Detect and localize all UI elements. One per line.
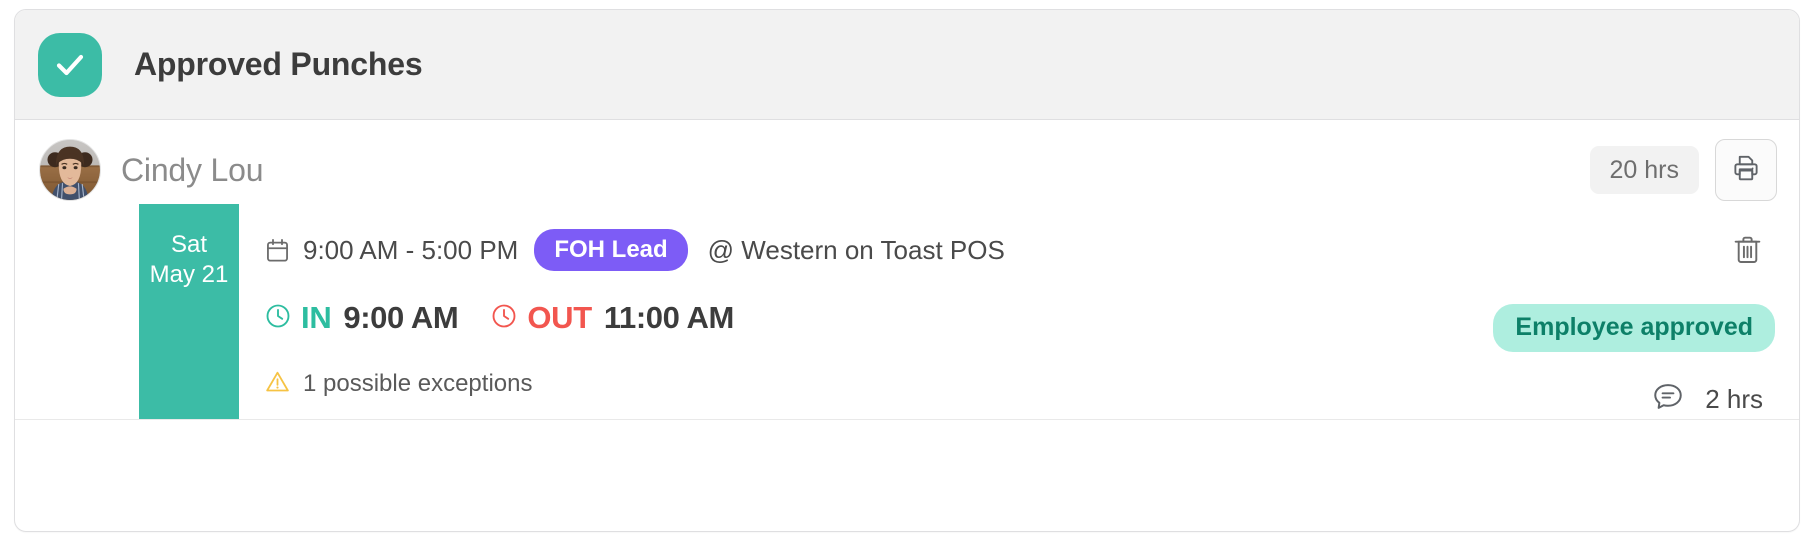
role-badge: FOH Lead (534, 228, 688, 272)
shift-line: 9:00 AM - 5:00 PM FOH Lead @ Western on … (264, 228, 1347, 272)
exceptions-text: 1 possible exceptions (303, 370, 533, 397)
avatar (39, 139, 101, 201)
clock-in-group: IN 9:00 AM (264, 300, 459, 336)
employee-actions: 20 hrs (1589, 139, 1777, 201)
comment-hours: 2 hrs (1705, 383, 1763, 414)
check-circle-icon (38, 32, 102, 97)
in-label: IN (301, 300, 332, 335)
employee-name: Cindy Lou (121, 151, 264, 188)
page-title: Approved Punches (134, 46, 423, 82)
shift-location: @ Western on Toast POS (707, 234, 1005, 265)
comment-bubble-icon (1651, 380, 1685, 419)
warning-triangle-icon (264, 368, 291, 400)
punch-day-of-month: May 21 (149, 261, 229, 288)
exceptions-line[interactable]: 1 possible exceptions (264, 368, 1347, 400)
trash-icon (1731, 233, 1764, 271)
clock-in-icon (264, 302, 292, 335)
in-time: 9:00 AM (343, 300, 459, 335)
out-time: 11:00 AM (603, 300, 734, 335)
calendar-icon (264, 237, 291, 264)
shift-time: 9:00 AM - 5:00 PM (303, 234, 519, 265)
clock-out-group: OUT 11:00 AM (490, 300, 734, 336)
punch-row: Sat May 21 9:00 AM - 5:00 PM FOH Lead @ … (15, 204, 1799, 420)
employee-header-row: Cindy Lou 20 hrs (15, 120, 1799, 204)
page-root: Approved Punches Cindy Lou 20 hrs Sat Ma… (0, 0, 1814, 544)
printer-icon (1731, 153, 1761, 188)
approved-punches-card: Approved Punches Cindy Lou 20 hrs Sat Ma… (14, 9, 1800, 532)
punch-details: 9:00 AM - 5:00 PM FOH Lead @ Western on … (239, 204, 1347, 419)
card-body: Cindy Lou 20 hrs Sat May 21 9:00 AM - 5:… (15, 120, 1799, 531)
punch-actions: Employee approved 2 hrs (1347, 204, 1777, 419)
total-hours-badge: 20 hrs (1589, 146, 1699, 194)
out-label: OUT (527, 300, 592, 335)
print-button[interactable] (1715, 139, 1777, 201)
punch-day-of-week: Sat (170, 231, 208, 258)
delete-punch-button[interactable] (1725, 230, 1769, 274)
clock-out-icon (490, 302, 518, 335)
in-out-line: IN 9:00 AM OUT 11:00 AM (264, 296, 1347, 340)
status-badge: Employee approved (1493, 304, 1775, 352)
comment-line[interactable]: 2 hrs (1651, 380, 1763, 419)
card-header: Approved Punches (15, 10, 1799, 120)
punch-date-block: Sat May 21 (139, 204, 239, 419)
